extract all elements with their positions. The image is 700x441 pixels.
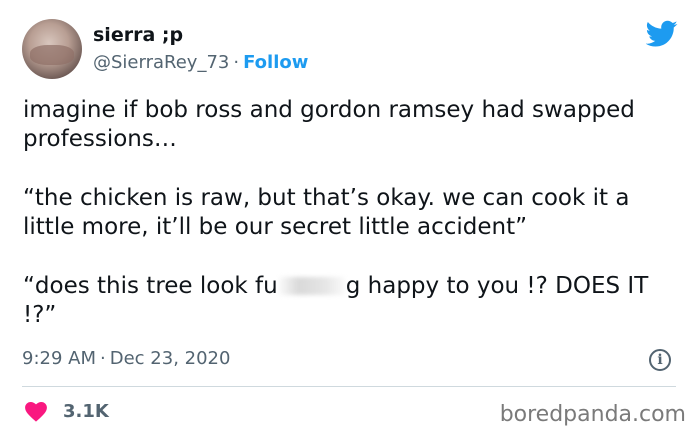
divider: [22, 386, 676, 387]
like-count[interactable]: 3.1K: [63, 401, 109, 422]
watermark: boredpanda.com: [499, 402, 686, 427]
timestamp-separator: ·: [100, 348, 106, 369]
heart-icon[interactable]: [25, 402, 47, 422]
avatar[interactable]: [22, 19, 82, 79]
info-icon[interactable]: i: [649, 349, 671, 371]
censor-blur: [278, 277, 345, 295]
handle-separator: ·: [233, 52, 240, 73]
timestamp[interactable]: 9:29 AM · Dec 23, 2020: [22, 348, 230, 369]
tweet-line-chicken: “the chicken is raw, but that’s okay. we…: [23, 185, 630, 240]
display-name[interactable]: sierra ;p: [93, 24, 183, 46]
twitter-bird-icon[interactable]: [646, 20, 678, 48]
tweet-line-tree: “does this tree look fu g happy to you !?…: [23, 272, 683, 330]
tweet-time: 9:29 AM: [22, 348, 96, 369]
follow-button[interactable]: Follow: [243, 52, 308, 73]
tweet-date: Dec 23, 2020: [109, 348, 231, 369]
tweet-line-tree-start: “does this tree look fu: [23, 273, 278, 299]
tweet-line-intro: imagine if bob ross and gordon ramsey ha…: [23, 97, 635, 152]
tweet-card: sierra ;p @SierraRey_73 · Follow imagine i…: [0, 0, 700, 441]
user-handle[interactable]: @SierraRey_73: [93, 52, 229, 73]
handle-line: @SierraRey_73 · Follow: [93, 52, 308, 73]
tweet-text: imagine if bob ross and gordon ramsey ha…: [23, 96, 683, 330]
